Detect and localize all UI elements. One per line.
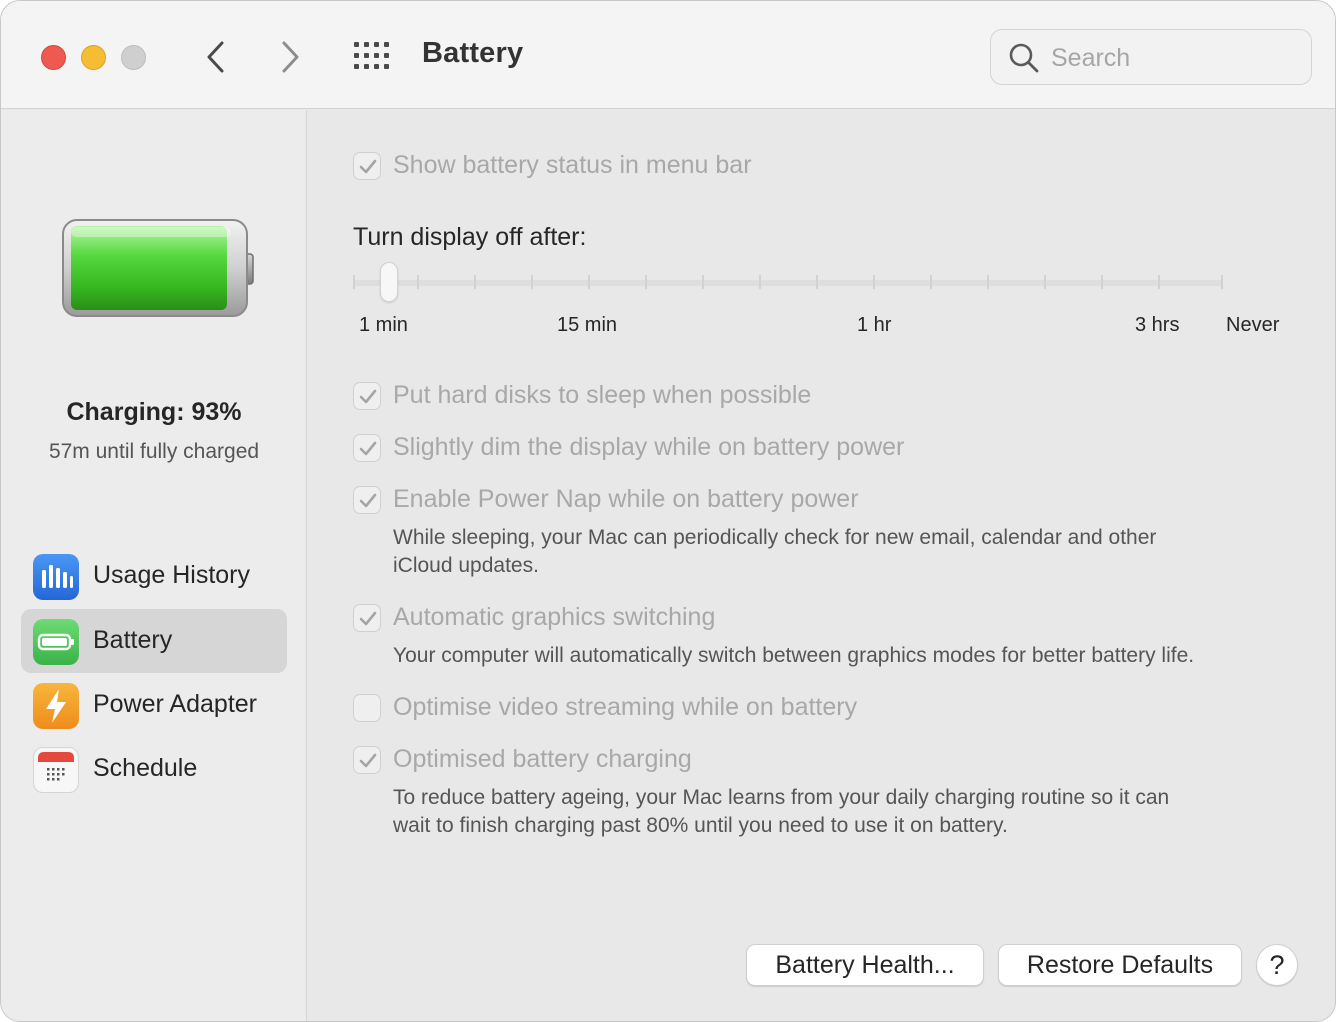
zoom-window-button[interactable] [121, 45, 146, 70]
power-nap-checkbox[interactable] [353, 486, 381, 514]
graphics-switching-description: Your computer will automatically switch … [393, 642, 1194, 670]
description-line: To reduce battery ageing, your Mac learn… [393, 786, 1170, 809]
slider-tick [816, 275, 818, 289]
slider-tick [417, 275, 419, 289]
close-window-button[interactable] [41, 45, 66, 70]
minimize-window-button[interactable] [81, 45, 106, 70]
tick-label-3-hrs: 3 hrs [1135, 314, 1180, 336]
power-nap-label: Enable Power Nap while on battery power [393, 485, 859, 513]
chevron-left-icon [207, 41, 224, 73]
optimised-charging-label: Optimised battery charging [393, 745, 692, 773]
calendar-icon [33, 747, 79, 793]
checkmark-icon [359, 159, 377, 174]
tick-label-never: Never [1226, 314, 1280, 336]
display-off-heading: Turn display off after: [353, 223, 587, 251]
sidebar-item-label: Schedule [93, 754, 198, 782]
description-line: wait to finish charging past 80% until y… [393, 814, 1008, 837]
tick-label-1-min: 1 min [359, 314, 408, 336]
video-streaming-label: Optimise video streaming while on batter… [393, 693, 858, 721]
slider-tick [474, 275, 476, 289]
sidebar-item-power-adapter[interactable]: Power Adapter [21, 673, 287, 737]
sidebar-item-usage-history[interactable]: Usage History [21, 544, 287, 608]
forward-button[interactable] [271, 37, 311, 77]
checkmark-icon [359, 611, 377, 626]
search-icon [1009, 43, 1039, 73]
sidebar-item-schedule[interactable]: Schedule [21, 737, 287, 801]
time-until-charged: 57m until fully charged [48, 440, 260, 463]
slider-tick [1221, 275, 1223, 289]
checkmark-icon [359, 441, 377, 456]
hard-disk-sleep-checkbox[interactable] [353, 382, 381, 410]
window-title: Battery [422, 37, 524, 69]
grid-icon [354, 42, 389, 69]
slider-tick [987, 275, 989, 289]
display-off-slider[interactable] [353, 260, 1228, 306]
slider-tick [873, 275, 875, 289]
video-streaming-checkbox[interactable] [353, 694, 381, 722]
power-nap-description: While sleeping, your Mac can periodicall… [393, 524, 1156, 580]
checkmark-icon [359, 389, 377, 404]
sidebar-item-label: Usage History [93, 561, 250, 589]
description-line: While sleeping, your Mac can periodicall… [393, 526, 1157, 549]
slider-tick [702, 275, 704, 289]
slider-track [353, 280, 1223, 286]
tick-label-15-min: 15 min [557, 314, 618, 336]
checkmark-icon [359, 493, 377, 508]
sidebar-item-label: Power Adapter [93, 690, 257, 718]
dim-display-label: Slightly dim the display while on batter… [393, 433, 905, 461]
restore-defaults-button[interactable]: Restore Defaults [998, 944, 1242, 986]
sidebar: Charging: 93% 57m until fully charged Us… [1, 110, 307, 1021]
battery-level-graphic [62, 219, 254, 317]
tick-label-1-hr: 1 hr [857, 314, 892, 336]
optimised-charging-checkbox[interactable] [353, 746, 381, 774]
show-all-button[interactable] [353, 41, 393, 71]
slider-tick [1101, 275, 1103, 289]
show-battery-status-checkbox[interactable] [353, 152, 381, 180]
description-line: iCloud updates. [393, 554, 539, 577]
hard-disk-sleep-label: Put hard disks to sleep when possible [393, 381, 812, 409]
chevron-right-icon [282, 41, 299, 73]
help-button[interactable]: ? [1256, 944, 1298, 986]
battery-icon [33, 619, 79, 665]
system-preferences-window: Battery Search Charging: 93% 57m until f… [0, 0, 1336, 1022]
lightning-bolt-icon [33, 683, 79, 729]
checkmark-icon [359, 753, 377, 768]
optimised-charging-description: To reduce battery ageing, your Mac learn… [393, 784, 1169, 840]
graphics-switching-label: Automatic graphics switching [393, 603, 716, 631]
slider-tick [645, 275, 647, 289]
slider-tick [353, 275, 355, 289]
slider-tick [930, 275, 932, 289]
sidebar-item-label: Battery [93, 626, 173, 654]
search-input[interactable] [1051, 40, 1291, 76]
bar-chart-icon [33, 554, 79, 600]
graphics-switching-checkbox[interactable] [353, 604, 381, 632]
battery-settings-pane: Show battery status in menu bar Turn dis… [308, 110, 1335, 1021]
battery-health-button[interactable]: Battery Health... [746, 944, 984, 986]
search-field[interactable] [990, 29, 1312, 85]
slider-tick [531, 275, 533, 289]
slider-tick [588, 275, 590, 289]
charging-status: Charging: 93% [66, 398, 242, 426]
show-battery-status-label: Show battery status in menu bar [393, 151, 752, 179]
slider-knob[interactable] [380, 262, 398, 302]
slider-tick [759, 275, 761, 289]
description-line: Your computer will automatically switch … [393, 644, 1195, 667]
title-bar: Battery [1, 1, 1335, 109]
slider-tick [1044, 275, 1046, 289]
slider-tick [1158, 275, 1160, 289]
sidebar-item-battery[interactable]: Battery [21, 609, 287, 673]
dim-display-checkbox[interactable] [353, 434, 381, 462]
back-button[interactable] [197, 37, 237, 77]
